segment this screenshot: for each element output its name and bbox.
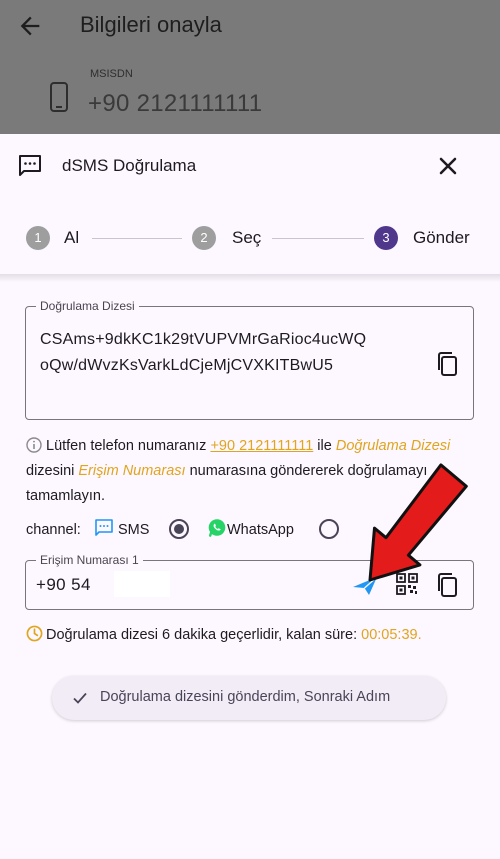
send-icon[interactable] <box>352 575 378 597</box>
step-1-label: Al <box>64 228 80 247</box>
back-arrow-icon[interactable] <box>16 12 44 40</box>
info-prefix: Lütfen telefon numaranız <box>46 438 207 454</box>
channel-selector: channel: SMS WhatsApp <box>26 518 476 544</box>
step-2-circle[interactable]: 2 <box>192 226 216 250</box>
qr-code-icon[interactable] <box>396 573 418 595</box>
sms-radio[interactable] <box>169 519 189 539</box>
step-connector <box>272 238 364 239</box>
access-number-field[interactable]: Erişim Numarası 1 +90 54027 <box>25 553 474 610</box>
check-icon <box>73 692 87 704</box>
verification-code-label: Doğrulama Dizesi <box>36 299 139 313</box>
next-step-button[interactable]: Doğrulama dizesini gönderdim, Sonraki Ad… <box>52 676 446 720</box>
phone-icon <box>50 82 68 112</box>
sms-icon <box>95 519 113 536</box>
verification-code-text[interactable]: CSAms+9dkKC1k29tVUPVMrGaRioc4ucWQ oQw/dW… <box>40 327 430 379</box>
access-number-label: Erişim Numarası 1 <box>36 553 143 567</box>
info-access-ref: Erişim Numarası <box>78 463 186 479</box>
msisdn-value: +90 2121111111 <box>88 90 263 117</box>
msisdn-label: MSISDN <box>90 68 133 80</box>
whatsapp-option-label[interactable]: WhatsApp <box>227 522 294 538</box>
whatsapp-icon <box>208 519 226 537</box>
info-code-ref: Doğrulama Dizesi <box>335 438 451 454</box>
channel-label: channel: <box>26 522 81 538</box>
sheet-header: dSMS Doğrulama <box>0 134 500 198</box>
info-phone-link[interactable]: +90 2121111111 <box>210 438 313 454</box>
sms-option-label[interactable]: SMS <box>118 522 149 538</box>
step-3-circle[interactable]: 3 <box>374 226 398 250</box>
info-icon <box>26 437 42 453</box>
close-icon[interactable] <box>434 152 462 180</box>
step-connector <box>92 238 182 239</box>
background-page: Bilgileri onayla MSISDN +90 2121111111 <box>0 0 500 140</box>
next-step-label: Doğrulama dizesini gönderdim, Sonraki Ad… <box>100 689 391 705</box>
info-message: Lütfen telefon numaranız +90 2121111111 … <box>26 434 476 509</box>
stepper: 1 Al 2 Seç 3 Gönder <box>0 210 500 266</box>
clock-icon <box>26 625 43 642</box>
sheet-title: dSMS Doğrulama <box>62 156 197 175</box>
verification-code-field[interactable]: Doğrulama Dizesi CSAms+9dkKC1k29tVUPVMrG… <box>25 299 474 420</box>
background-page-title: Bilgileri onayla <box>80 12 222 37</box>
copy-access-number-icon[interactable] <box>436 572 458 598</box>
step-2-label: Seç <box>232 228 262 247</box>
step-3-label: Gönder <box>413 228 470 247</box>
validity-timer: Doğrulama dizesi 6 dakika geçerlidir, ka… <box>26 625 422 643</box>
sms-message-icon <box>19 155 41 176</box>
access-number-start: +90 54 <box>36 575 91 594</box>
timer-text: Doğrulama dizesi 6 dakika geçerlidir, ka… <box>46 627 358 643</box>
verification-code-line-1: CSAms+9dkKC1k29tVUPVMrGaRioc4ucWQ <box>40 331 367 348</box>
step-1-circle[interactable]: 1 <box>26 226 50 250</box>
redaction-mask <box>114 571 170 597</box>
copy-icon[interactable] <box>436 351 458 377</box>
stepper-divider <box>0 274 500 282</box>
info-mid-1: ile <box>317 438 332 454</box>
info-mid-2: dizesini <box>26 463 75 479</box>
whatsapp-radio[interactable] <box>319 519 339 539</box>
background-app-bar: Bilgileri onayla <box>0 0 500 52</box>
timer-remaining: 00:05:39. <box>361 627 422 643</box>
verification-code-line-2: oQw/dWvzKsVarkLdCjeMjCVXKITBwU5 <box>40 357 334 374</box>
